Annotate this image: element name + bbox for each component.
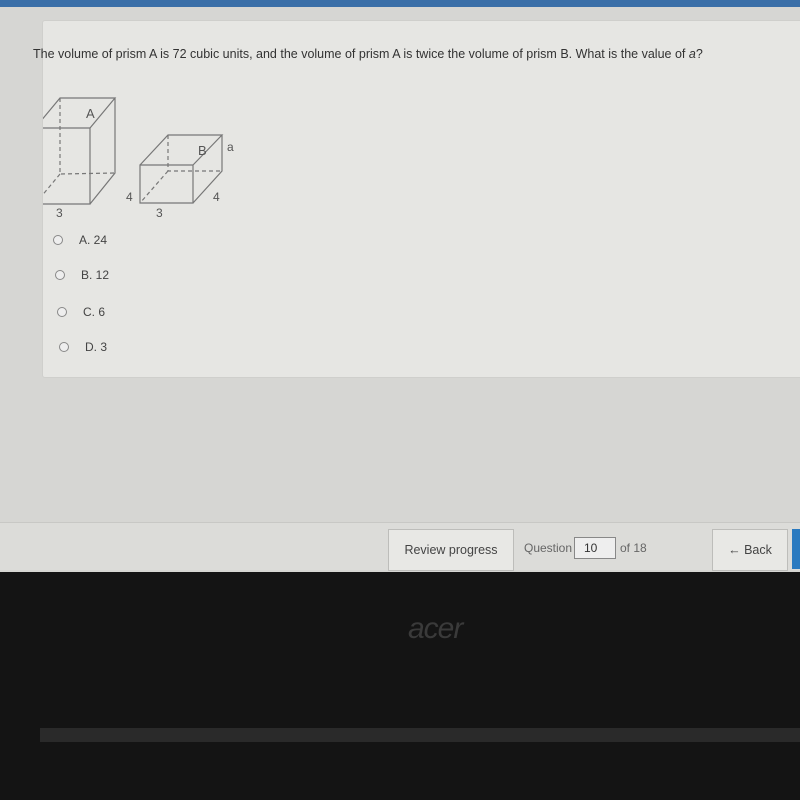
prism-b — [139, 134, 224, 204]
question-number-input[interactable]: 10 — [574, 537, 616, 559]
prism-b-height: a — [227, 140, 234, 154]
prism-b-label: B — [198, 143, 207, 158]
footer-bar: Review progress Question 10 of 18 ← Back — [0, 522, 800, 571]
radio-button[interactable] — [59, 342, 69, 352]
question-variable: a — [688, 47, 696, 61]
next-button[interactable] — [792, 529, 800, 569]
top-bar — [0, 0, 800, 7]
prism-a-depth: 4 — [126, 190, 133, 204]
prism-b-width: 3 — [156, 206, 163, 217]
prism-a-label: A — [86, 106, 95, 121]
laptop-bezel — [0, 572, 800, 800]
acer-logo: acer — [408, 612, 463, 645]
choice-label: D. 3 — [85, 340, 108, 354]
back-button[interactable]: ← Back — [712, 529, 788, 571]
laptop-edge — [40, 728, 800, 742]
radio-button[interactable] — [53, 235, 63, 245]
question-body: The volume of prism A is 72 cubic units,… — [33, 47, 689, 61]
review-progress-button[interactable]: Review progress — [388, 529, 514, 571]
question-text: The volume of prism A is 72 cubic units,… — [33, 47, 793, 61]
prism-a-width: 3 — [56, 206, 63, 217]
radio-button[interactable] — [57, 307, 67, 317]
radio-button[interactable] — [55, 270, 65, 280]
question-card: The volume of prism A is 72 cubic units,… — [33, 20, 800, 378]
prism-a — [43, 97, 117, 205]
screen: The volume of prism A is 72 cubic units,… — [0, 0, 800, 572]
choice-label: B. 12 — [81, 268, 110, 282]
choice-label: A. 24 — [79, 233, 108, 247]
question-end: ? — [695, 47, 703, 61]
question-label: Question — [524, 541, 573, 555]
prism-figure: A 4 3 B a 4 3 — [43, 97, 234, 217]
choice-label: C. 6 — [83, 305, 106, 319]
question-total: of 18 — [620, 541, 647, 555]
choice-b[interactable]: B. 12 — [55, 268, 109, 282]
prism-b-depth: 4 — [213, 190, 220, 204]
choice-d[interactable]: D. 3 — [59, 340, 107, 354]
choice-c[interactable]: C. 6 — [57, 305, 105, 319]
choice-a[interactable]: A. 24 — [53, 233, 107, 247]
